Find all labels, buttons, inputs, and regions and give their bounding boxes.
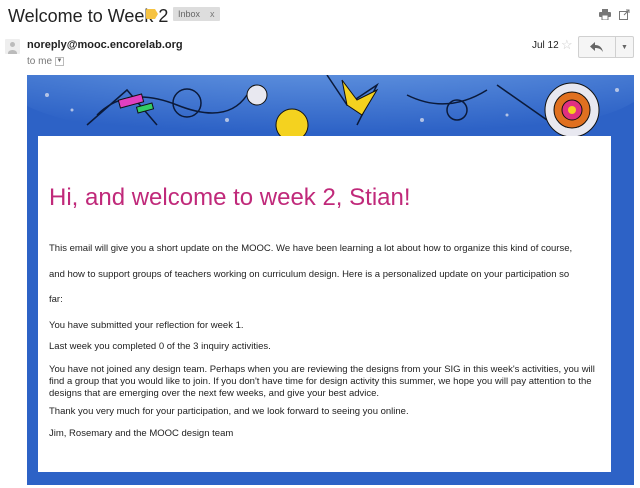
popout-icon[interactable]	[619, 9, 630, 23]
header-banner-image	[27, 75, 634, 137]
recipient-line: to me ▼	[27, 56, 65, 67]
recipient-text: to me	[27, 56, 53, 67]
email-header: Welcome to Week 2 Inbox x	[0, 0, 640, 34]
thanks-paragraph: Thank you very much for your participati…	[49, 406, 409, 417]
reflection-status: You have submitted your reflection for w…	[49, 320, 244, 331]
more-options-button[interactable]: ▼	[616, 36, 634, 58]
email-subject: Welcome to Week 2	[8, 6, 169, 26]
star-icon[interactable]: ☆	[561, 37, 573, 53]
inquiry-status: Last week you completed 0 of the 3 inqui…	[49, 341, 271, 352]
intro-paragraph-line-3: far:	[49, 294, 63, 305]
intro-paragraph-line-1: This email will give you a short update …	[49, 243, 573, 254]
sender-row: noreply@mooc.encorelab.org to me ▼ Jul 1…	[0, 34, 640, 72]
email-content-card: Hi, and welcome to week 2, Stian! This e…	[38, 136, 611, 472]
email-body-frame: Hi, and welcome to week 2, Stian! This e…	[27, 75, 634, 485]
intro-paragraph-line-2: and how to support groups of teachers wo…	[49, 269, 570, 280]
design-team-paragraph: You have not joined any design team. Per…	[49, 364, 595, 399]
email-headline: Hi, and welcome to week 2, Stian!	[49, 184, 411, 211]
avatar	[5, 39, 20, 54]
header-actions	[599, 9, 630, 23]
inbox-label-text: Inbox	[178, 9, 201, 19]
email-date: Jul 12	[532, 40, 559, 51]
reply-button[interactable]	[578, 36, 616, 58]
show-details-button[interactable]: ▼	[55, 57, 65, 66]
reply-icon	[590, 42, 603, 52]
remove-label-button[interactable]: x	[210, 9, 215, 19]
inbox-label-badge[interactable]: Inbox x	[173, 7, 220, 21]
signature: Jim, Rosemary and the MOOC design team	[49, 428, 234, 439]
print-icon[interactable]	[599, 9, 611, 23]
sender-address[interactable]: noreply@mooc.encorelab.org	[27, 39, 183, 51]
